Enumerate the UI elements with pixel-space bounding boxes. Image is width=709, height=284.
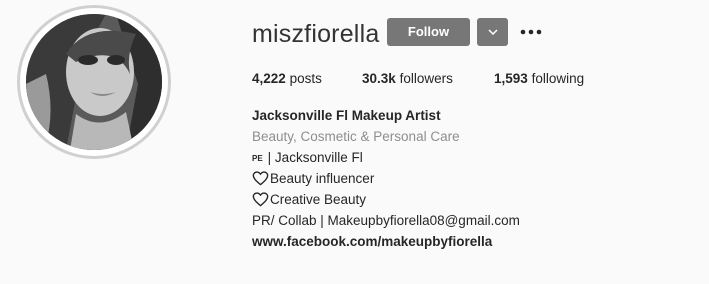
location-badge: PE	[252, 153, 263, 163]
profile-header: miszfiorella Follow	[252, 17, 692, 49]
followers-stat[interactable]: 30.3k followers	[362, 70, 453, 88]
bio-location-line: PE | Jacksonville Fl	[252, 148, 520, 170]
followers-label: followers	[399, 71, 453, 86]
posts-label: posts	[289, 71, 322, 86]
heart-outline-icon	[252, 192, 269, 207]
category-label: Beauty, Cosmetic & Personal Care	[252, 128, 460, 144]
following-count: 1,593	[494, 71, 528, 86]
bio-heart-line: Creative Beauty	[252, 190, 520, 211]
username: miszfiorella	[252, 20, 380, 48]
bio-line-beauty-influencer: Beauty influencer	[270, 171, 375, 187]
posts-stat: 4,222 posts	[252, 70, 322, 88]
avatar[interactable]	[26, 14, 162, 150]
website-link[interactable]: www.facebook.com/makeupbyfiorella	[252, 234, 492, 249]
following-label: following	[531, 71, 585, 86]
chevron-down-icon	[487, 29, 498, 35]
bio: Jacksonville Fl Makeup Artist Beauty, Co…	[252, 106, 520, 253]
avatar-photo	[26, 14, 162, 150]
followers-count: 30.3k	[362, 71, 396, 86]
more-options-button[interactable]	[518, 18, 544, 46]
heart-outline-icon	[252, 171, 269, 186]
bio-contact-line: PR/ Collab | Makeupbyfiorella08@gmail.co…	[252, 212, 520, 228]
more-options-icon	[520, 29, 542, 35]
full-name: Jacksonville Fl Makeup Artist	[252, 108, 441, 123]
location-text: | Jacksonville Fl	[267, 149, 363, 165]
bio-line-creative-beauty: Creative Beauty	[270, 192, 367, 208]
suggested-accounts-dropdown-button[interactable]	[477, 18, 508, 46]
posts-count: 4,222	[252, 71, 286, 86]
avatar-ring[interactable]	[20, 8, 168, 156]
bio-heart-line: Beauty influencer	[252, 169, 520, 190]
following-stat[interactable]: 1,593 following	[494, 70, 584, 88]
follow-button[interactable]: Follow	[387, 18, 470, 46]
